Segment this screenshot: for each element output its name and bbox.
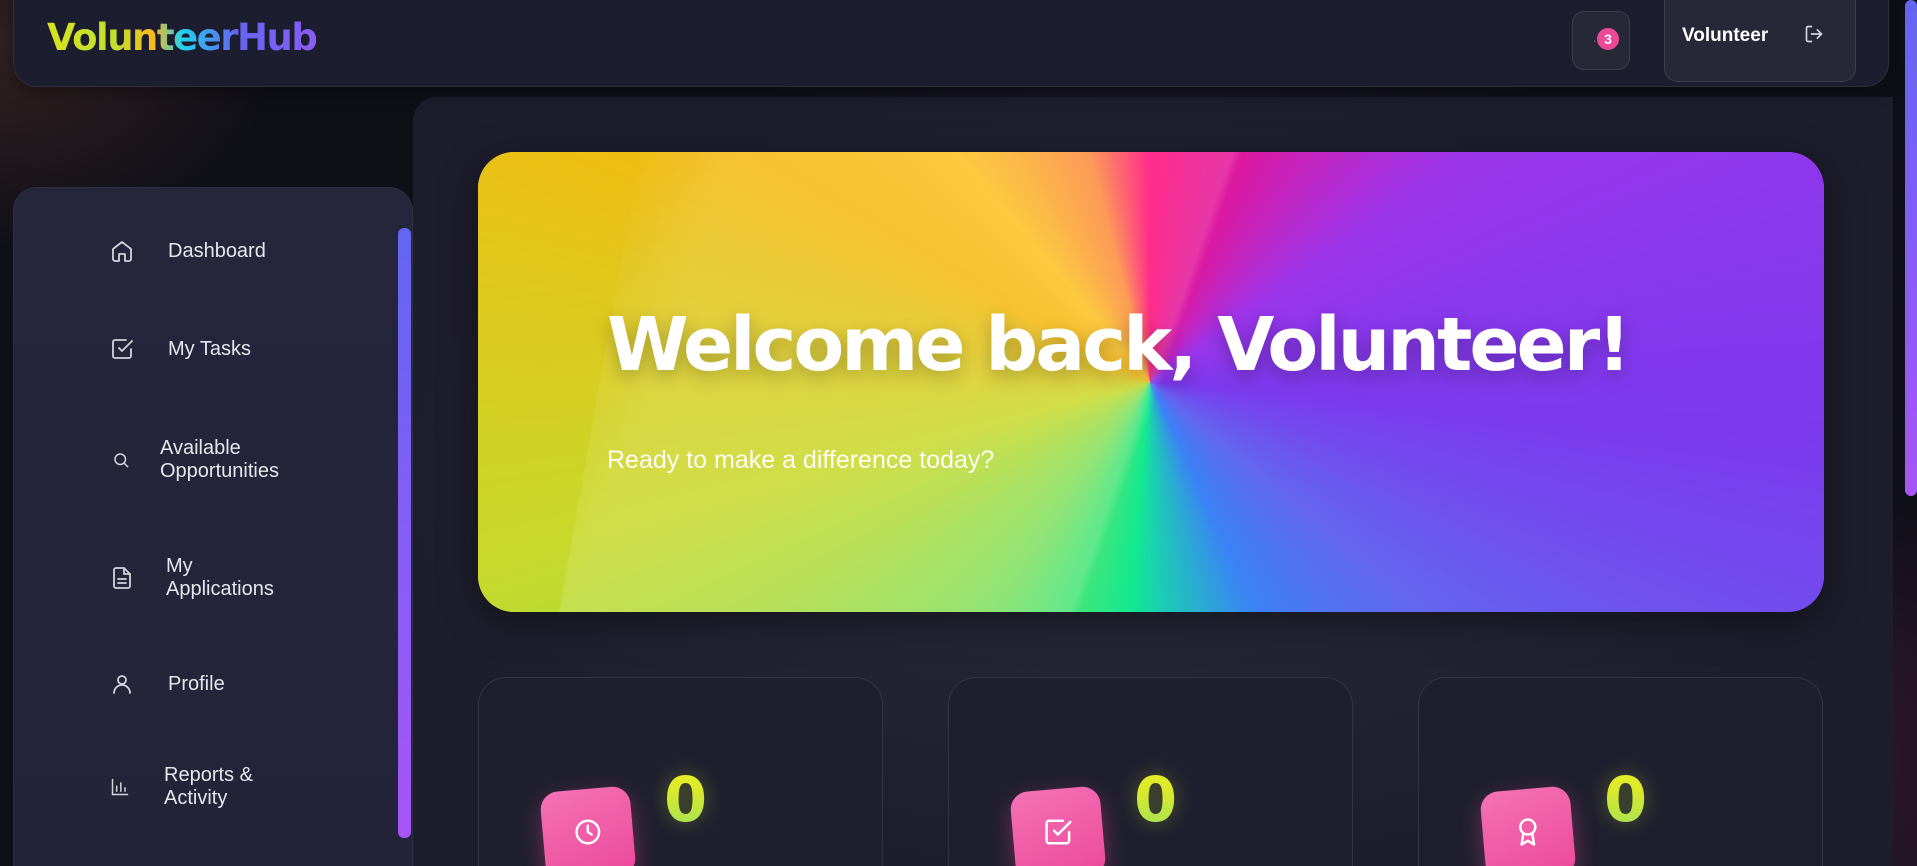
user-name: Volunteer — [1682, 25, 1769, 46]
sidebar-item-my-applications[interactable]: My Applications — [14, 548, 394, 608]
checkbox-icon — [110, 337, 134, 361]
sidebar-item-label: Dashboard — [168, 239, 266, 262]
sidebar-item-label: My Tasks — [168, 337, 251, 360]
app-logo[interactable]: VolunteerHub — [47, 16, 318, 59]
clock-icon — [572, 815, 605, 852]
page-scrollbar-thumb[interactable] — [1905, 0, 1917, 496]
sidebar-scrollbar-thumb[interactable] — [398, 228, 411, 838]
check-square-icon — [1042, 815, 1075, 852]
stat-card-tasks[interactable]: 0 — [948, 677, 1353, 866]
award-icon — [1512, 815, 1545, 852]
sidebar-item-label: My Applications — [166, 555, 274, 600]
stat-value: 0 — [1134, 763, 1178, 836]
hero-subtitle: Ready to make a difference today? — [607, 446, 995, 474]
sidebar: Dashboard My Tasks Available Opportuniti… — [13, 187, 413, 866]
welcome-hero-banner: Welcome back, Volunteer! Ready to make a… — [478, 152, 1824, 612]
stat-card-hours[interactable]: 0 — [478, 677, 883, 866]
document-icon — [110, 566, 134, 590]
notifications-button[interactable]: 3 — [1572, 11, 1630, 70]
sidebar-item-label: Profile — [168, 672, 225, 695]
sidebar-item-label: Reports & Activity — [164, 764, 253, 809]
stat-value: 0 — [1604, 763, 1648, 836]
sidebar-item-available-opportunities[interactable]: Available Opportunities — [14, 430, 394, 490]
stat-icon-badge — [1479, 785, 1577, 866]
bar-chart-icon — [110, 777, 130, 797]
hero-title: Welcome back, Volunteer! — [607, 302, 1631, 388]
sidebar-item-profile[interactable]: Profile — [14, 664, 394, 704]
sidebar-item-label: Available Opportunities — [160, 437, 279, 482]
stat-icon-badge — [1009, 785, 1107, 866]
user-menu[interactable]: Volunteer — [1664, 0, 1856, 82]
stat-value: 0 — [664, 763, 708, 836]
stat-card-achievements[interactable]: 0 — [1418, 677, 1823, 866]
user-icon — [110, 672, 134, 696]
home-icon — [110, 239, 134, 263]
sidebar-item-reports-activity[interactable]: Reports & Activity — [14, 757, 394, 817]
search-icon — [112, 451, 130, 469]
logout-icon[interactable] — [1804, 24, 1824, 44]
sidebar-item-my-tasks[interactable]: My Tasks — [14, 329, 394, 369]
stat-icon-badge — [539, 785, 637, 866]
notification-count-badge: 3 — [1595, 26, 1621, 52]
sidebar-item-dashboard[interactable]: Dashboard — [14, 231, 394, 271]
